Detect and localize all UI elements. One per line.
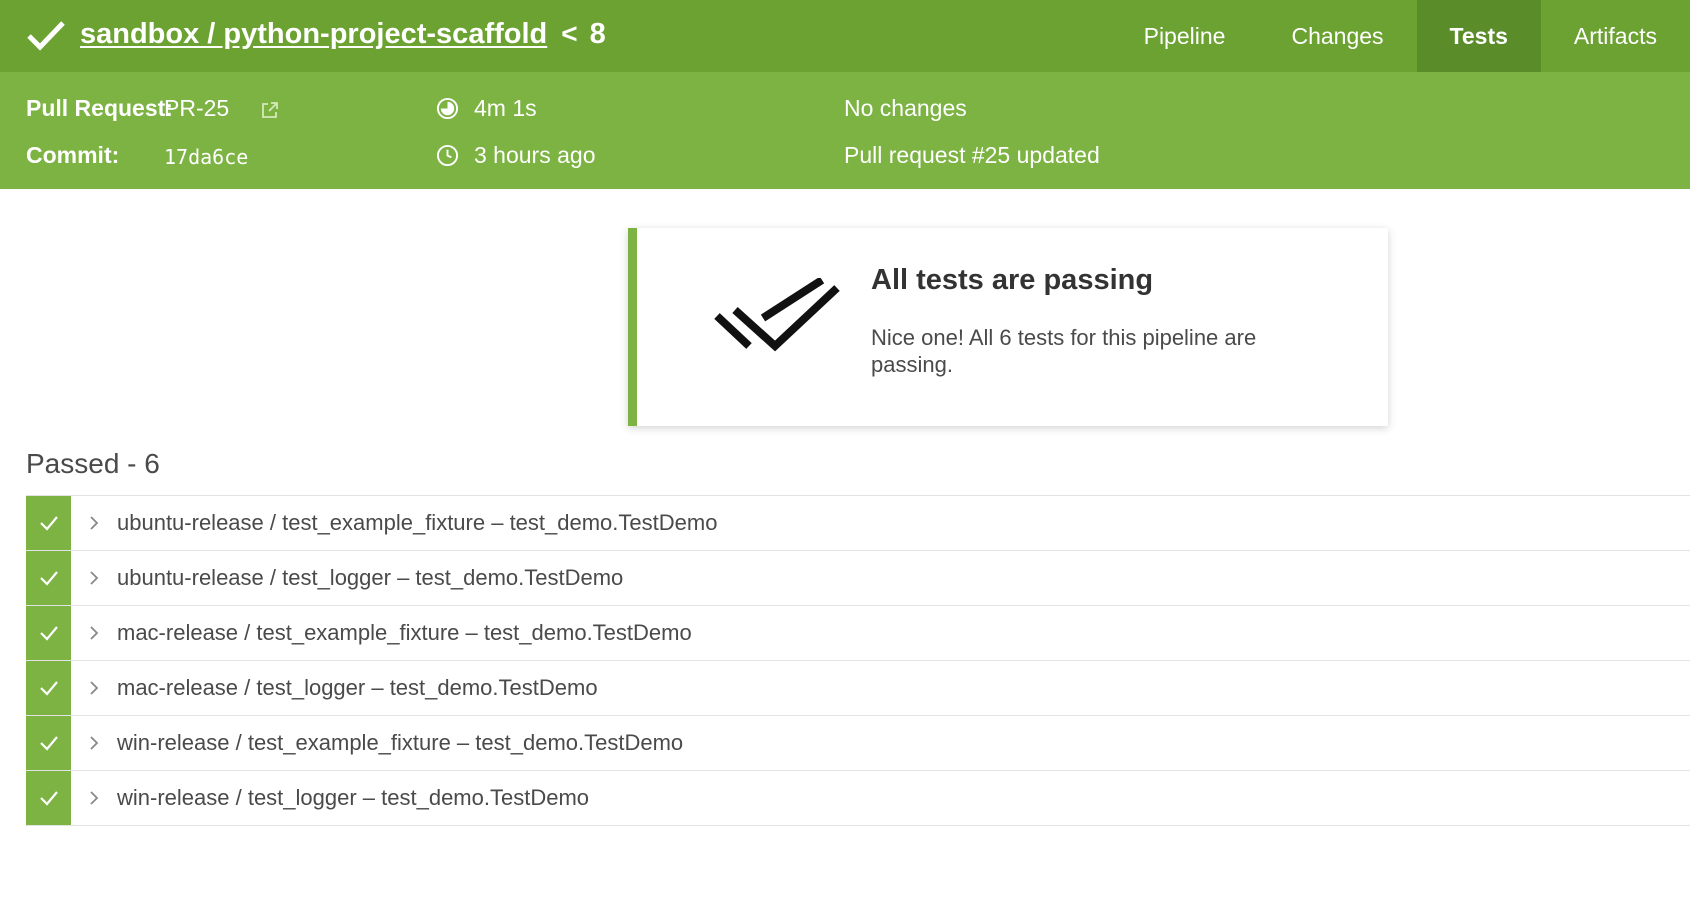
run-details: Pull Request: PR-25 Commit: 17da6ce 4m 1… bbox=[0, 72, 1690, 189]
build-cause: Pull request #25 updated bbox=[844, 142, 1100, 168]
test-result-row[interactable]: ubuntu-release / test_logger – test_demo… bbox=[26, 551, 1690, 606]
pie-clock-icon bbox=[436, 97, 459, 120]
top-header: sandbox / python-project-scaffold < 8 Pi… bbox=[0, 0, 1690, 72]
test-name: ubuntu-release / test_example_fixture – … bbox=[117, 510, 718, 535]
chevron-right-icon bbox=[90, 571, 99, 585]
expand-toggle[interactable] bbox=[71, 790, 117, 806]
clock-icon bbox=[436, 144, 459, 167]
started-time: 3 hours ago bbox=[474, 142, 596, 168]
status-cell bbox=[26, 551, 71, 605]
check-icon bbox=[39, 791, 58, 806]
double-check-icon bbox=[714, 278, 840, 352]
test-name: ubuntu-release / test_logger – test_demo… bbox=[117, 565, 624, 590]
test-result-row[interactable]: mac-release / test_example_fixture – tes… bbox=[26, 606, 1690, 661]
tab-artifacts[interactable]: Artifacts bbox=[1541, 0, 1690, 72]
chevron-right-icon bbox=[90, 736, 99, 750]
expand-toggle[interactable] bbox=[71, 735, 117, 751]
chevron-right-icon bbox=[90, 516, 99, 530]
tests-summary-card: All tests are passing Nice one! All 6 te… bbox=[628, 228, 1388, 426]
test-results-list: ubuntu-release / test_example_fixture – … bbox=[26, 495, 1690, 826]
tab-changes[interactable]: Changes bbox=[1258, 0, 1416, 72]
tab-tests[interactable]: Tests bbox=[1416, 0, 1541, 72]
status-cell bbox=[26, 606, 71, 660]
external-link-icon[interactable] bbox=[260, 100, 280, 120]
check-icon bbox=[39, 736, 58, 751]
passed-section-title: Passed - 6 bbox=[26, 448, 160, 479]
status-cell bbox=[26, 661, 71, 715]
changes-summary: No changes bbox=[844, 95, 967, 121]
check-icon bbox=[39, 626, 58, 641]
run-number: 8 bbox=[589, 17, 606, 50]
test-result-row[interactable]: ubuntu-release / test_example_fixture – … bbox=[26, 496, 1690, 551]
chevron-right-icon bbox=[90, 791, 99, 805]
check-icon bbox=[27, 21, 65, 51]
test-result-row[interactable]: win-release / test_example_fixture – tes… bbox=[26, 716, 1690, 771]
status-cell bbox=[26, 716, 71, 770]
pipeline-title: sandbox / python-project-scaffold < 8 bbox=[80, 14, 606, 54]
commit-label: Commit: bbox=[26, 142, 120, 168]
check-icon bbox=[39, 681, 58, 696]
chevron-right-icon bbox=[90, 681, 99, 695]
expand-toggle[interactable] bbox=[71, 570, 117, 586]
test-name: mac-release / test_example_fixture – tes… bbox=[117, 620, 692, 645]
expand-toggle[interactable] bbox=[71, 515, 117, 531]
test-name: win-release / test_example_fixture – tes… bbox=[117, 730, 684, 755]
pull-request-value[interactable]: PR-25 bbox=[164, 95, 229, 122]
commit-hash[interactable]: 17da6ce bbox=[164, 145, 248, 169]
tab-pipeline[interactable]: Pipeline bbox=[1111, 0, 1259, 72]
repo-link[interactable]: sandbox / python-project-scaffold bbox=[80, 18, 547, 51]
summary-text: Nice one! All 6 tests for this pipeline … bbox=[871, 325, 1257, 377]
chevron-right-icon bbox=[90, 626, 99, 640]
check-icon bbox=[39, 516, 58, 531]
test-result-row[interactable]: mac-release / test_logger – test_demo.Te… bbox=[26, 661, 1690, 716]
expand-toggle[interactable] bbox=[71, 680, 117, 696]
check-icon bbox=[39, 571, 58, 586]
chevron-left-icon: < bbox=[561, 18, 578, 49]
tab-bar: Pipeline Changes Tests Artifacts bbox=[1111, 0, 1690, 72]
expand-toggle[interactable] bbox=[71, 625, 117, 641]
test-result-row[interactable]: win-release / test_logger – test_demo.Te… bbox=[26, 771, 1690, 826]
status-cell bbox=[26, 771, 71, 825]
summary-title: All tests are passing bbox=[871, 264, 1154, 296]
test-name: mac-release / test_logger – test_demo.Te… bbox=[117, 675, 598, 700]
test-name: win-release / test_logger – test_demo.Te… bbox=[117, 785, 590, 810]
duration: 4m 1s bbox=[474, 95, 537, 121]
status-cell bbox=[26, 496, 71, 550]
pull-request-label: Pull Request: bbox=[26, 95, 173, 121]
